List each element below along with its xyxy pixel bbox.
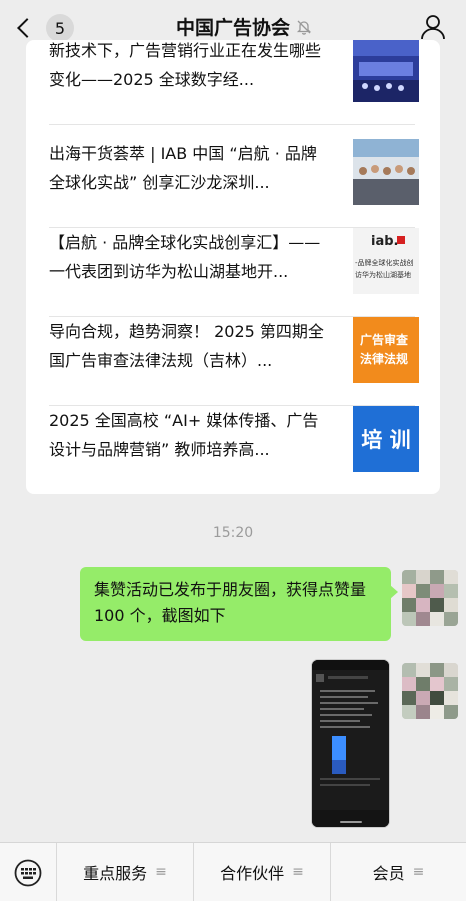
bell-off-icon: [296, 20, 312, 35]
article-title: 新技术下，广告营销行业正在发生哪些变化——2025 全球数字经...: [49, 41, 322, 89]
bottom-menu-bar: 重点服务 ≡ 合作伙伴 ≡ 会员 ≡: [0, 842, 466, 901]
thumb-caption: -品牌全球化实战创: [355, 259, 414, 267]
menu-key-services[interactable]: 重点服务 ≡: [57, 843, 193, 901]
article-item[interactable]: 2025 全国高校 “AI+ 媒体传播、广告设计与品牌营销” 教师培养高... …: [49, 406, 419, 494]
article-item[interactable]: 新技术下，广告营销行业正在发生哪些变化——2025 全球数字经...: [49, 40, 419, 125]
menu-partners[interactable]: 合作伙伴 ≡: [194, 843, 330, 901]
article-title: 2025 全国高校 “AI+ 媒体传播、广告设计与品牌营销” 教师培养高...: [49, 411, 319, 459]
menu-label: 合作伙伴: [220, 864, 285, 883]
thumb-caption: 法律法规: [360, 352, 409, 366]
person-icon[interactable]: [420, 14, 446, 40]
article-item[interactable]: 出海干货荟萃 | IAB 中国 “启航 · 品牌全球化实战” 创享汇沙龙深圳..…: [49, 139, 419, 228]
iab-logo-text: iab.: [371, 234, 399, 249]
article-title: 【启航 · 品牌全球化实战创享汇】——一代表团到访华为松山湖基地开...: [49, 233, 321, 281]
chat-message-text: 集赞活动已发布于朋友圈，获得点赞量 100 个，截图如下: [94, 580, 367, 625]
article-thumbnail: iab. -品牌全球化实战创 访华为松山湖基地: [353, 228, 419, 294]
menu-membership[interactable]: 会员 ≡: [331, 843, 466, 901]
thumb-caption: 培 训: [361, 428, 411, 452]
article-item[interactable]: 【启航 · 品牌全球化实战创享汇】——一代表团到访华为松山湖基地开... iab…: [49, 228, 419, 317]
article-item[interactable]: 导向合规，趋势洞察！ 2025 第四期全国广告审查法律法规（吉林）... 广告审…: [49, 317, 419, 406]
menu-label: 重点服务: [83, 864, 148, 883]
article-thumbnail: [353, 139, 419, 205]
iab-logo-mark: [397, 236, 405, 244]
article-list-card: 新技术下，广告营销行业正在发生哪些变化——2025 全球数字经... 出海干货荟…: [26, 40, 440, 494]
hamburger-icon: ≡: [155, 864, 167, 880]
thumb-caption: 访华为松山湖基地: [355, 271, 411, 279]
screenshot-image-message[interactable]: [312, 660, 389, 827]
article-title: 导向合规，趋势洞察！ 2025 第四期全国广告审查法律法规（吉林）...: [49, 322, 324, 370]
article-thumbnail: [353, 40, 419, 102]
message-timestamp: 15:20: [212, 525, 254, 541]
hamburger-icon: ≡: [412, 864, 425, 880]
article-thumbnail: 培 训: [353, 406, 419, 472]
thumb-caption: 广告审查: [360, 333, 409, 347]
avatar[interactable]: [402, 570, 458, 626]
article-thumbnail: 广告审查 法律法规: [353, 317, 419, 383]
hamburger-icon: ≡: [292, 864, 304, 880]
keyboard-icon[interactable]: [14, 859, 42, 887]
chat-bubble[interactable]: 集赞活动已发布于朋友圈，获得点赞量 100 个，截图如下: [80, 567, 398, 641]
avatar[interactable]: [402, 663, 458, 719]
page-title: 中国广告协会: [175, 17, 290, 39]
article-title: 出海干货荟萃 | IAB 中国 “启航 · 品牌全球化实战” 创享汇沙龙深圳..…: [49, 144, 317, 192]
menu-label: 会员: [372, 864, 405, 883]
